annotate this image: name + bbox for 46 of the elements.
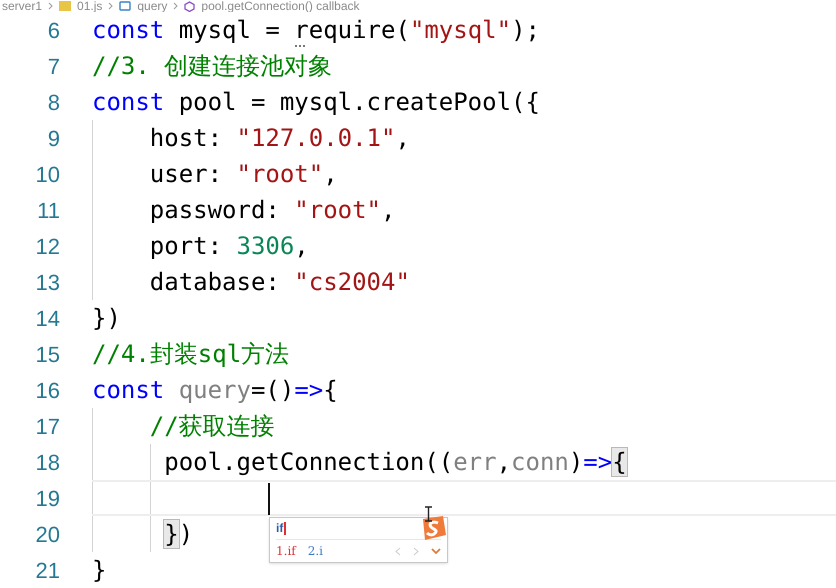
line-number: 19 — [34, 484, 60, 512]
code-line: //4.封装sql方法 — [92, 339, 290, 369]
line-number: 18 — [34, 448, 60, 476]
next-page-icon[interactable] — [413, 546, 419, 556]
chevron-right-icon — [108, 2, 114, 10]
code-line: const mysql = require("mysql"); — [92, 15, 540, 45]
code-line: host: "127.0.0.1", — [148, 123, 410, 153]
line-number: 16 — [34, 376, 60, 404]
code-line: const pool = mysql.createPool({ — [92, 87, 540, 117]
hint-dots-icon — [295, 45, 308, 48]
line-number: 21 — [34, 556, 60, 584]
ime-input-text: if — [276, 522, 286, 535]
line-number: 8 — [46, 88, 60, 116]
line-number: 13 — [34, 268, 60, 296]
previous-page-icon[interactable] — [395, 546, 401, 556]
variable-icon — [119, 1, 132, 11]
code-line: }) — [163, 519, 194, 549]
code-line: }) — [92, 303, 121, 333]
line-number: 15 — [34, 340, 60, 368]
line-number: 12 — [34, 232, 60, 260]
line-number: 9 — [46, 124, 60, 152]
ime-candidate[interactable]: 2.i — [308, 542, 324, 560]
code-line: database: "cs2004" — [148, 267, 410, 297]
cube-icon — [184, 0, 196, 12]
chevron-right-icon — [173, 2, 178, 10]
code-line: user: "root", — [148, 159, 338, 189]
line-number: 14 — [34, 304, 60, 332]
chevron-right-icon — [48, 2, 54, 10]
code-line: port: 3306, — [148, 231, 309, 261]
line-number: 20 — [34, 520, 60, 548]
line-number: 11 — [36, 196, 60, 224]
code-line: password: "root", — [148, 195, 396, 225]
code-line: const query=()=>{ — [92, 375, 338, 405]
code-line: pool.getConnection((err,conn)=>{ — [163, 447, 627, 477]
code-line: //3. 创建连接池对象 — [92, 51, 332, 81]
js-file-icon — [59, 1, 72, 11]
code-line: } — [92, 555, 106, 585]
line-number: 6 — [46, 16, 60, 44]
line-number: 17 — [34, 412, 60, 440]
code-line: //获取连接 — [148, 411, 275, 441]
line-number: 7 — [46, 52, 60, 80]
text-cursor-icon — [424, 506, 433, 522]
breadcrumb-item[interactable]: server1 — [2, 0, 42, 12]
line-number: 10 — [34, 160, 60, 188]
chevron-down-icon[interactable] — [431, 548, 441, 554]
ime-candidate[interactable]: 1.if — [276, 542, 296, 560]
